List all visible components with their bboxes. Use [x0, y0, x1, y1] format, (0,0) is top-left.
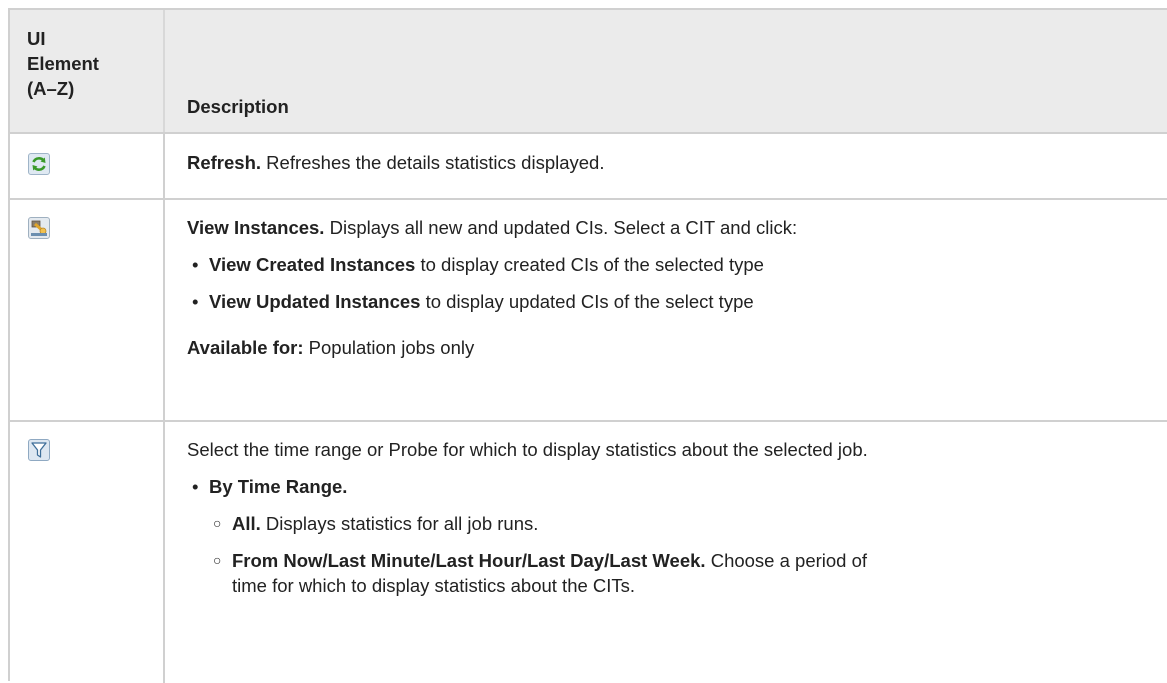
refresh-text: Refreshes the details statistics display… [261, 152, 605, 173]
filter-icon [28, 439, 50, 461]
availability-note: Available for: Population jobs only [187, 335, 474, 360]
table-row: Select the time range or Probe for which… [10, 422, 1167, 683]
availability-text: Population jobs only [303, 337, 475, 358]
by-time-range-term: By Time Range. [209, 476, 348, 497]
description-cell: Select the time range or Probe for which… [165, 422, 1167, 683]
ui-element-cell [10, 134, 165, 198]
ui-element-cell [10, 422, 165, 683]
view-created-term: View Created Instances [209, 254, 416, 275]
header-cell-ui-element: UI Element (A–Z) [10, 10, 165, 132]
view-created-text: to display created CIs of the selected t… [415, 254, 764, 275]
view-updated-text: to display updated CIs of the select typ… [420, 291, 754, 312]
view-instances-icon [28, 217, 50, 239]
header-ui-line3: (A–Z) [27, 78, 75, 99]
header-ui-line1: UI [27, 28, 46, 49]
header-ui-line2: Element [27, 53, 99, 74]
table-header-row: UI Element (A–Z) Description [10, 10, 1167, 134]
bullet-view-updated: View Updated Instances to display update… [209, 289, 754, 314]
view-instances-description: View Instances. Displays all new and upd… [187, 215, 797, 240]
refresh-description: Refresh. Refreshes the details statistic… [187, 150, 604, 175]
bullet-view-created: View Created Instances to display create… [209, 252, 764, 277]
bullet-by-time-range: By Time Range. [209, 474, 347, 499]
bullet-dot: • [192, 254, 199, 275]
sub-bullet-periods: From Now/Last Minute/Last Hour/Last Day/… [232, 548, 867, 573]
refresh-term: Refresh. [187, 152, 262, 173]
sub-bullet-periods-cont: time for which to display statistics abo… [232, 575, 636, 596]
all-term: All. [232, 513, 261, 534]
header-cell-description: Description [165, 10, 1167, 132]
ui-element-cell [10, 200, 165, 420]
periods-text: Choose a period of [705, 550, 868, 571]
sub-bullet-all: All. Displays statistics for all job run… [232, 511, 538, 536]
table-row: View Instances. Displays all new and upd… [10, 200, 1167, 422]
periods-term: From Now/Last Minute/Last Hour/Last Day/… [232, 550, 706, 571]
ui-elements-table: UI Element (A–Z) Description Refresh. Re… [8, 8, 1167, 683]
filter-description: Select the time range or Probe for which… [187, 439, 868, 460]
sub-bullet-circle: ○ [213, 552, 222, 568]
view-updated-term: View Updated Instances [209, 291, 421, 312]
availability-term: Available for: [187, 337, 304, 358]
bullet-dot: • [192, 476, 199, 497]
table-row: Refresh. Refreshes the details statistic… [10, 134, 1167, 200]
refresh-icon [28, 153, 50, 175]
bullet-dot: • [192, 291, 199, 312]
description-cell: Refresh. Refreshes the details statistic… [165, 134, 1167, 198]
sub-bullet-circle: ○ [213, 515, 222, 531]
view-instances-term: View Instances. [187, 217, 325, 238]
description-cell: View Instances. Displays all new and upd… [165, 200, 1167, 420]
all-text: Displays statistics for all job runs. [260, 513, 539, 534]
header-description: Description [187, 96, 289, 117]
view-instances-text: Displays all new and updated CIs. Select… [324, 217, 798, 238]
